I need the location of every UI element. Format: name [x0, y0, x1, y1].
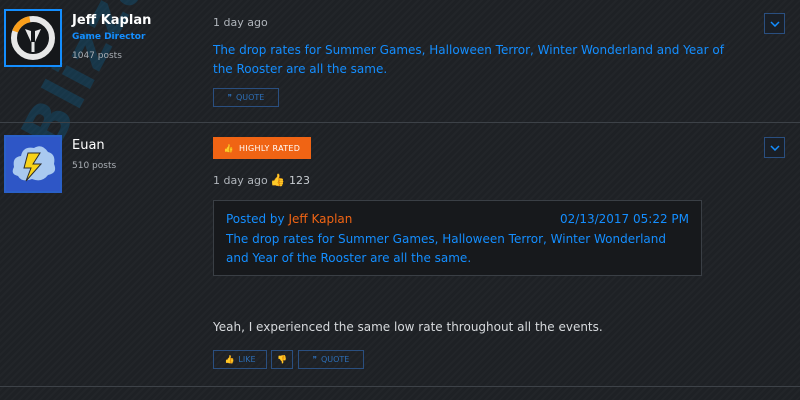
overwatch-logo-icon	[6, 11, 60, 65]
post-timestamp[interactable]: 1 day ago	[213, 174, 268, 187]
quote-icon: ❞	[227, 93, 232, 102]
like-button-label: LIKE	[238, 355, 256, 364]
forum-post: Euan 510 posts 👍 HIGHLY RATED 1 day ago …	[0, 123, 800, 386]
post-menu-button[interactable]	[764, 137, 785, 158]
avatar[interactable]	[4, 9, 62, 67]
post-body: The drop rates for Summer Games, Hallowe…	[213, 43, 724, 76]
quote-date[interactable]: 02/13/2017 05:22 PM	[560, 212, 689, 226]
thumbs-up-icon: 👍	[223, 143, 235, 153]
quote-body: The drop rates for Summer Games, Hallowe…	[226, 232, 666, 265]
author-role: Game Director	[72, 32, 146, 42]
author-name[interactable]: Euan	[72, 138, 105, 153]
lightning-cloud-icon	[6, 137, 60, 191]
quote-icon: ❞	[312, 355, 317, 364]
chevron-down-icon	[769, 144, 780, 151]
post-count: 510 posts	[72, 161, 117, 171]
dislike-button[interactable]: 👎	[271, 350, 293, 369]
quote-posted-by-prefix: Posted by	[226, 212, 289, 226]
post-count: 1047 posts	[72, 51, 122, 61]
quoted-post: Posted by Jeff Kaplan 02/13/2017 05:22 P…	[213, 200, 702, 276]
post-divider	[0, 386, 800, 387]
post-body: Yeah, I experienced the same low rate th…	[213, 320, 603, 334]
quote-button-label: QUOTE	[320, 355, 350, 364]
author-name[interactable]: Jeff Kaplan	[72, 13, 151, 28]
like-count-value: 123	[288, 173, 310, 187]
thumbs-up-icon: 👍	[224, 355, 235, 364]
highly-rated-badge: 👍 HIGHLY RATED	[213, 137, 311, 159]
like-button[interactable]: 👍 LIKE	[213, 350, 267, 369]
quote-button-label: QUOTE	[235, 93, 265, 102]
badge-label: HIGHLY RATED	[239, 143, 301, 153]
quote-button[interactable]: ❞ QUOTE	[213, 88, 279, 107]
thumbs-down-icon: 👎	[277, 355, 287, 364]
avatar[interactable]	[4, 135, 62, 193]
thumbs-up-icon: 👍	[270, 173, 285, 187]
quote-header: Posted by Jeff Kaplan	[226, 212, 352, 226]
forum-post: Jeff Kaplan Game Director 1047 posts 1 d…	[0, 0, 800, 122]
post-timestamp[interactable]: 1 day ago	[213, 16, 268, 29]
chevron-down-icon	[769, 20, 780, 27]
quote-author[interactable]: Jeff Kaplan	[288, 212, 352, 226]
like-count: 👍 123	[270, 173, 310, 187]
post-menu-button[interactable]	[764, 13, 785, 34]
quote-button[interactable]: ❞ QUOTE	[298, 350, 364, 369]
